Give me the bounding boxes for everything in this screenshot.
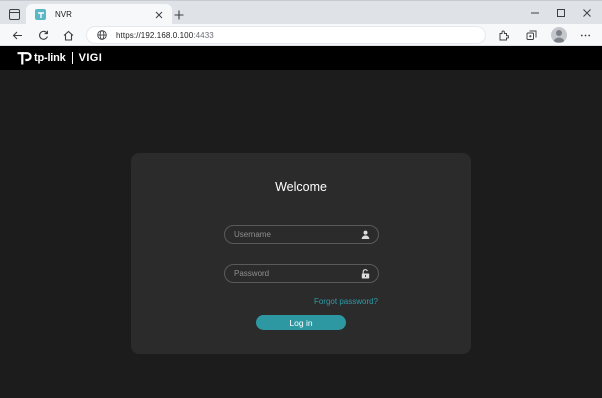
more-icon [580,34,590,36]
tab-actions-icon [8,8,20,20]
home-button[interactable] [60,27,76,43]
arrow-left-icon [12,31,22,39]
plus-icon [174,10,184,20]
new-tab-button[interactable] [172,8,186,22]
password-field[interactable] [224,264,379,283]
user-icon [359,229,371,241]
browser-toolbar: https://192.168.0.100:4433 [0,24,602,46]
back-button[interactable] [9,27,25,43]
avatar-icon [553,30,565,43]
collections-icon [526,30,536,40]
close-window-button[interactable] [579,5,595,21]
username-input[interactable] [225,226,359,243]
site-info-button[interactable] [96,29,108,41]
tab-title: NVR [55,10,72,19]
minimize-icon [531,12,539,14]
globe-icon [97,30,107,40]
tab-actions-button[interactable] [6,6,22,22]
address-bar[interactable]: https://192.168.0.100:4433 [86,26,486,44]
unlock-icon [359,268,371,280]
tplink-logo-icon [17,52,32,65]
tplink-favicon-icon [35,9,46,20]
product-name: VIGI [78,52,103,64]
more-button[interactable] [577,27,593,43]
url-text: https://192.168.0.100:4433 [116,31,214,40]
login-button[interactable]: Log in [256,315,346,330]
extensions-button[interactable] [495,27,511,43]
logo-divider [71,52,73,64]
tplink-vigi-logo: tp-link VIGI [16,50,102,66]
close-icon [583,9,591,17]
page-header: tp-link VIGI [0,46,602,70]
page-content: Welcome Forgot password? Log in [0,70,602,398]
login-card: Welcome Forgot password? Log in [131,153,471,354]
refresh-button[interactable] [35,27,51,43]
close-icon [155,11,163,18]
tab-close-button[interactable] [152,8,166,22]
browser-tab-strip: NVR [0,0,602,25]
brand-name: tp-link [34,52,66,64]
forgot-password-link[interactable]: Forgot password? [314,297,378,306]
password-input[interactable] [225,265,359,282]
username-field[interactable] [224,225,379,244]
profile-button[interactable] [551,27,567,43]
extensions-icon [499,30,509,40]
maximize-icon [557,9,565,17]
url-port: :4433 [193,30,214,40]
refresh-icon [38,30,48,40]
browser-tab[interactable]: NVR [26,4,172,25]
home-icon [63,30,73,41]
collections-button[interactable] [523,27,539,43]
url-main: https://192.168.0.100 [116,30,194,40]
welcome-title: Welcome [275,180,327,194]
maximize-button[interactable] [553,5,569,21]
minimize-button[interactable] [527,5,543,21]
